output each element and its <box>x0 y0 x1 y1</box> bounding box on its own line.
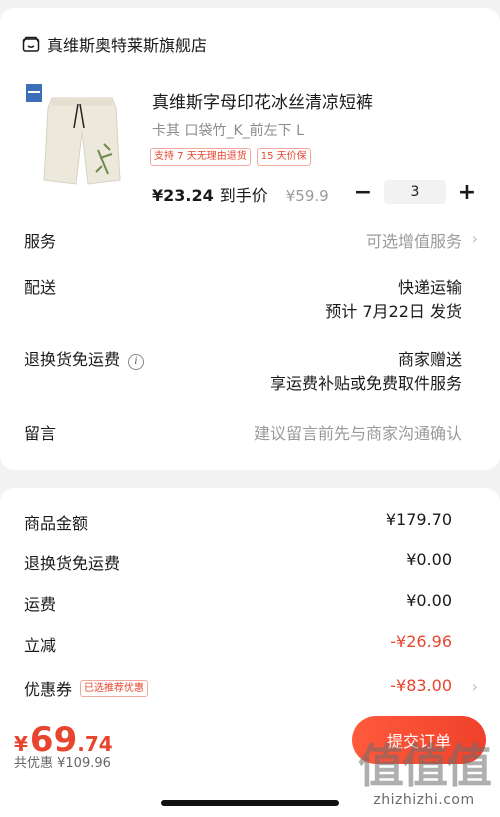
original-price: ¥59.9 <box>285 187 329 205</box>
coupon-label: 优惠券 <box>24 680 73 699</box>
price-summary-card: 商品金额 ¥179.70 退换货免运费 ¥0.00 运费 ¥0.00 立减 -¥… <box>0 488 500 728</box>
order-item-card: 真维斯奥特莱斯旗舰店 真维斯字母印花冰丝清凉短裤 卡其 口袋竹_K_前左下 L … <box>0 8 500 470</box>
home-indicator[interactable] <box>161 800 339 806</box>
total-saving: 共优惠 ¥109.96 <box>14 756 111 771</box>
store-icon <box>22 36 40 52</box>
final-price: ¥23.24 <box>152 186 214 205</box>
goods-amount-label: 商品金额 <box>24 514 89 533</box>
goods-amount-row: 商品金额 ¥179.70 <box>24 510 452 534</box>
service-label: 服务 <box>24 232 57 251</box>
shipping-fee-label: 运费 <box>24 595 57 614</box>
return-fee-row: 退换货免运费 ¥0.00 <box>24 550 452 574</box>
quantity-value[interactable]: 3 <box>384 180 446 204</box>
note-label: 留言 <box>24 424 57 443</box>
note-row[interactable]: 留言 建议留言前先与商家沟通确认 <box>24 420 462 444</box>
delivery-label: 配送 <box>24 278 57 297</box>
delivery-row: 配送 快递运输 预计 7月22日 发货 <box>24 274 462 326</box>
decrease-quantity-button[interactable]: − <box>352 180 374 205</box>
shipping-fee-row: 运费 ¥0.00 <box>24 591 452 615</box>
watermark: 值值值 zhizhizhi.com <box>358 730 492 808</box>
watermark-url: zhizhizhi.com <box>373 792 475 808</box>
goods-amount-value: ¥179.70 <box>385 510 452 529</box>
delivery-method: 快递运输 <box>397 278 462 297</box>
return-value-secondary: 享运费补贴或免费取件服务 <box>269 374 462 393</box>
coupon-value[interactable]: -¥83.00 <box>390 676 452 695</box>
product-tags: 支持 7 天无理由退货 15 天价保 <box>150 148 311 166</box>
info-icon[interactable]: i <box>128 354 145 370</box>
return-shipping-row: 退换货免运费 i 商家赠送 享运费补贴或免费取件服务 <box>24 346 462 398</box>
increase-quantity-button[interactable]: + <box>456 180 478 205</box>
service-row[interactable]: 服务 可选增值服务 <box>24 228 462 252</box>
return-label-wrap: 退换货免运费 i <box>24 346 145 370</box>
instant-discount-value: -¥26.96 <box>390 632 452 651</box>
product-spec[interactable]: 卡其 口袋竹_K_前左下 L <box>152 120 304 140</box>
delivery-eta: 预计 7月22日 发货 <box>325 302 462 321</box>
coupon-tag: 已选推荐优惠 <box>80 679 149 697</box>
watermark-logo: 值值值 <box>358 739 492 793</box>
product-title[interactable]: 真维斯字母印花冰丝清凉短裤 <box>152 88 373 113</box>
return-fee-value: ¥0.00 <box>406 550 452 569</box>
service-chevron-icon[interactable]: › <box>472 229 478 248</box>
price-protection-tag: 15 天价保 <box>256 148 311 166</box>
store-name[interactable]: 真维斯奥特莱斯旗舰店 <box>47 32 207 56</box>
final-price-suffix: 到手价 <box>219 186 268 205</box>
return-value-primary: 商家赠送 <box>397 350 462 369</box>
shipping-fee-value: ¥0.00 <box>406 591 452 610</box>
return-policy-tag: 支持 7 天无理由退货 <box>150 148 251 166</box>
price-row: ¥23.24 到手价 ¥59.9 <box>152 182 329 206</box>
return-label: 退换货免运费 <box>24 350 121 369</box>
note-input[interactable]: 建议留言前先与商家沟通确认 <box>254 420 462 444</box>
product-thumbnail[interactable] <box>22 80 130 194</box>
coupon-label-wrap: 优惠券 已选推荐优惠 <box>24 676 149 700</box>
instant-discount-label: 立减 <box>24 636 57 655</box>
coupon-row[interactable]: 优惠券 已选推荐优惠 -¥83.00 <box>24 676 452 700</box>
return-fee-label: 退换货免运费 <box>24 554 121 573</box>
store-header[interactable]: 真维斯奥特莱斯旗舰店 <box>22 32 207 56</box>
instant-discount-row: 立减 -¥26.96 <box>24 632 452 656</box>
coupon-chevron-icon[interactable]: › <box>472 677 478 696</box>
quantity-stepper: − 3 + <box>352 180 478 205</box>
service-value[interactable]: 可选增值服务 <box>366 228 462 252</box>
